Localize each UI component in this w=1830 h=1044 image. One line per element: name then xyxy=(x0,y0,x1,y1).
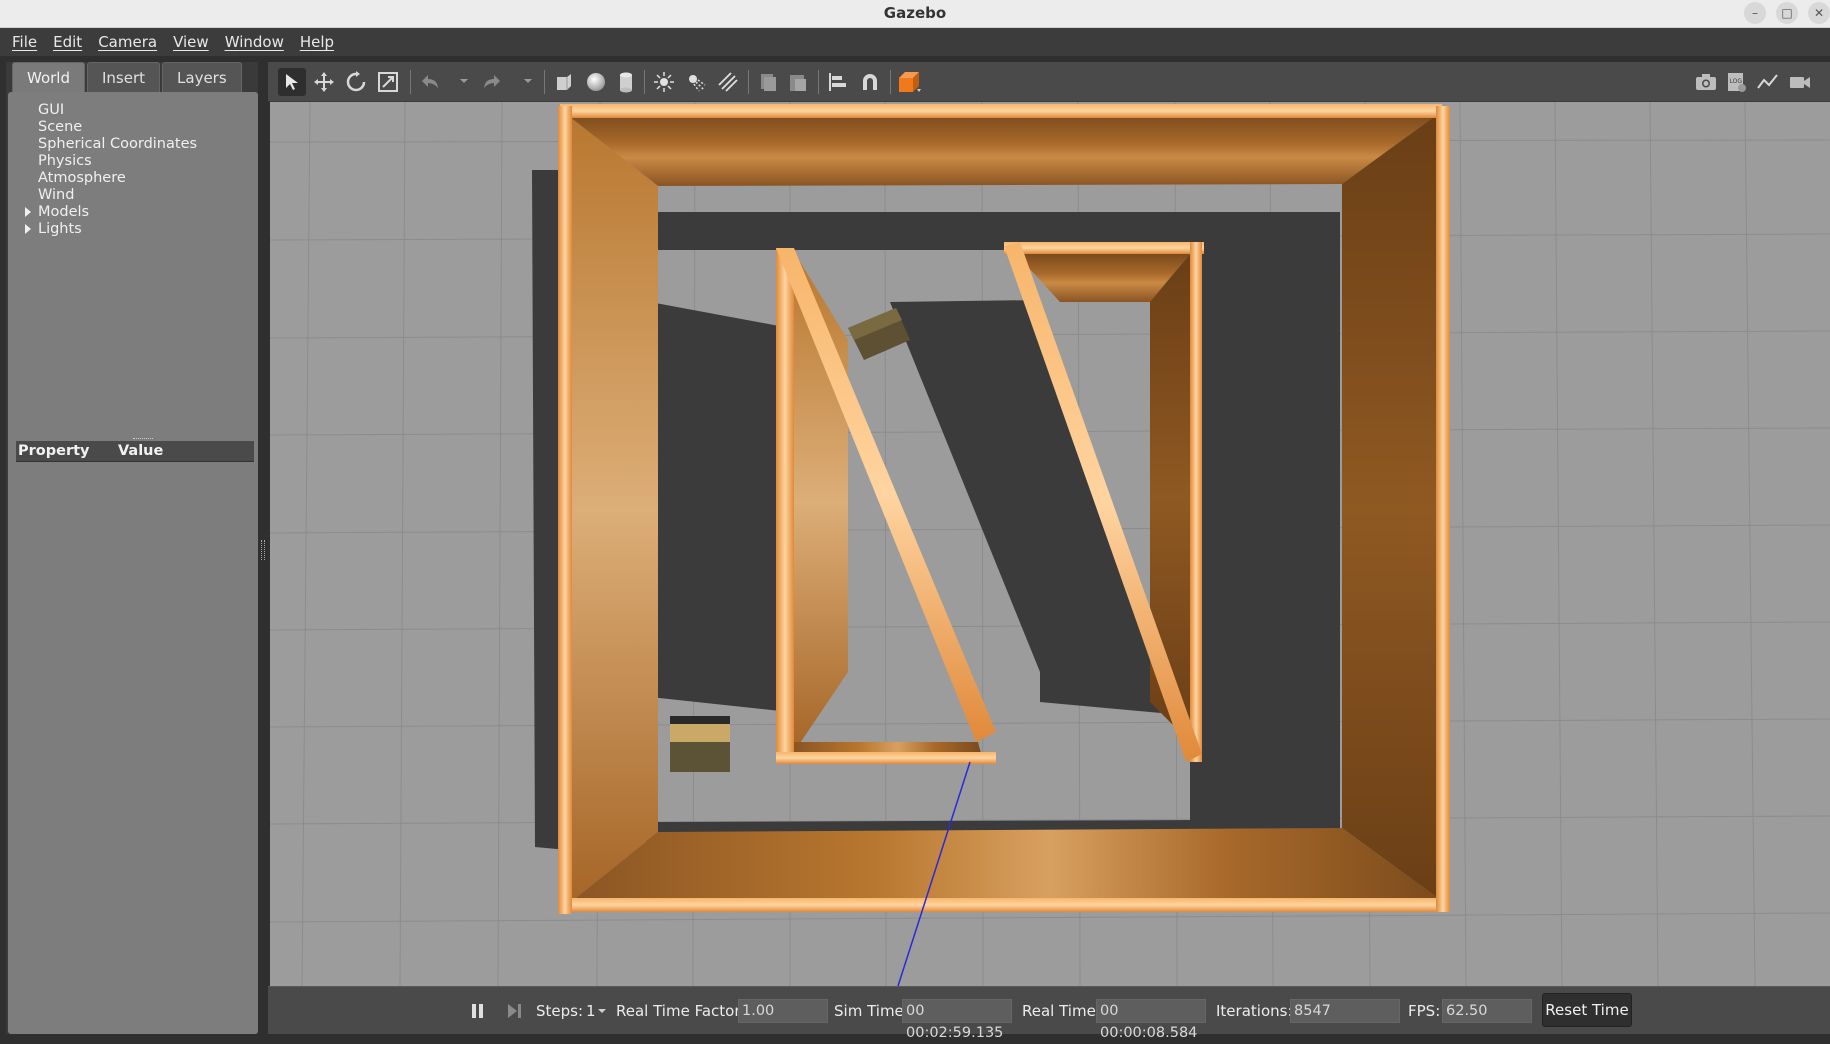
window-titlebar: Gazebo – □ ✕ xyxy=(0,0,1830,28)
menu-view[interactable]: View xyxy=(167,33,215,51)
cylinder-icon[interactable] xyxy=(612,68,640,96)
expand-arrow-icon[interactable] xyxy=(25,207,31,217)
toolbar: LOG xyxy=(268,62,1830,102)
scene-viewport[interactable] xyxy=(270,102,1830,986)
rtf-field: 1.00 xyxy=(738,999,828,1023)
box-icon[interactable] xyxy=(550,68,578,96)
real-time-label: Real Time: xyxy=(1022,1002,1101,1020)
vertical-splitter-handle[interactable] xyxy=(261,540,265,560)
redo-dropdown-icon[interactable] xyxy=(524,79,532,83)
spot-light-icon[interactable] xyxy=(682,68,710,96)
real-time-field: 00 00:00:08.584 xyxy=(1096,999,1206,1041)
copy-icon[interactable] xyxy=(754,68,782,96)
paste-icon[interactable] xyxy=(784,68,812,96)
expand-arrow-icon[interactable] xyxy=(25,224,31,234)
wall-left-edge xyxy=(558,106,572,914)
menu-window[interactable]: Window xyxy=(219,33,290,51)
tab-world[interactable]: World xyxy=(12,62,85,92)
wall-left xyxy=(566,114,658,906)
left-panel: World Insert Layers GUI Scene Spherical … xyxy=(6,62,258,1034)
snap-icon[interactable] xyxy=(856,68,884,96)
fps-field: 62.50 xyxy=(1442,999,1532,1023)
rotate-icon[interactable] xyxy=(342,68,370,96)
tree-item-spherical-coordinates[interactable]: Spherical Coordinates xyxy=(38,136,197,153)
menu-camera[interactable]: Camera xyxy=(92,33,163,51)
toolbar-separator xyxy=(410,70,411,94)
inner-wall-right-2-post xyxy=(1190,242,1202,762)
inner-wall-bottom-1-edge xyxy=(776,752,996,764)
tree-item-atmosphere[interactable]: Atmosphere xyxy=(38,170,126,187)
menu-edit[interactable]: Edit xyxy=(47,33,88,51)
tree-item-scene[interactable]: Scene xyxy=(38,119,82,136)
point-light-icon[interactable] xyxy=(650,68,678,96)
inner-wall-left-post xyxy=(776,248,794,760)
select-arrow-icon[interactable] xyxy=(278,68,306,96)
directional-light-icon[interactable] xyxy=(714,68,742,96)
iterations-field: 8547 xyxy=(1290,999,1400,1023)
wall-right-edge xyxy=(1436,106,1450,912)
scene-render xyxy=(270,102,1830,986)
tab-insert[interactable]: Insert xyxy=(87,62,161,92)
property-column-header: Property xyxy=(18,443,90,459)
translate-icon[interactable] xyxy=(310,68,338,96)
redo-icon[interactable] xyxy=(478,68,506,96)
toolbar-separator xyxy=(818,70,819,94)
steps-dropdown-icon[interactable] xyxy=(598,1009,606,1013)
toolbar-separator xyxy=(644,70,645,94)
screenshot-icon[interactable] xyxy=(1692,68,1720,96)
fps-label: FPS: xyxy=(1408,1002,1441,1020)
reset-time-button[interactable]: Reset Time xyxy=(1542,993,1632,1027)
property-table-header: Property Value xyxy=(16,441,254,462)
value-column-header: Value xyxy=(118,443,164,459)
wall-right xyxy=(1342,114,1446,904)
wall-top xyxy=(566,114,1438,186)
toolbar-separator xyxy=(748,70,749,94)
close-icon[interactable]: ✕ xyxy=(1808,2,1830,24)
tree-item-models[interactable]: Models xyxy=(25,204,90,221)
menu-file[interactable]: File xyxy=(6,33,43,51)
menubar: File Edit Camera View Window Help xyxy=(0,28,1830,56)
tree-item-label: Models xyxy=(38,204,90,220)
wall-bottom xyxy=(566,828,1446,906)
menu-help[interactable]: Help xyxy=(294,33,340,51)
align-icon[interactable] xyxy=(824,68,852,96)
simulation-bar: Steps: 1 Real Time Factor: 1.00 Sim Time… xyxy=(268,986,1830,1041)
view-angle-icon[interactable] xyxy=(896,68,924,96)
log-icon[interactable]: LOG xyxy=(1722,68,1750,96)
svg-text:LOG: LOG xyxy=(1730,78,1743,85)
sphere-icon[interactable] xyxy=(582,68,610,96)
minimize-icon[interactable]: – xyxy=(1744,2,1766,24)
steps-label: Steps: xyxy=(536,1002,584,1020)
undo-dropdown-icon[interactable] xyxy=(460,79,468,83)
wall-top-edge xyxy=(560,104,1442,118)
step-icon[interactable] xyxy=(504,999,524,1023)
world-tree: GUI Scene Spherical Coordinates Physics … xyxy=(8,92,258,1034)
panel-tabs: World Insert Layers xyxy=(6,62,242,92)
toolbar-separator xyxy=(544,70,545,94)
scale-icon[interactable] xyxy=(374,68,402,96)
toolbar-separator xyxy=(890,70,891,94)
tree-item-gui[interactable]: GUI xyxy=(38,102,64,119)
iterations-label: Iterations: xyxy=(1216,1002,1293,1020)
tab-layers[interactable]: Layers xyxy=(162,62,242,92)
maximize-icon[interactable]: □ xyxy=(1776,2,1798,24)
plot-icon[interactable] xyxy=(1754,68,1782,96)
pause-icon[interactable] xyxy=(468,999,488,1023)
inner-wall-top-2-edge xyxy=(1004,242,1204,254)
tree-item-lights[interactable]: Lights xyxy=(25,221,82,238)
sim-time-field: 00 00:02:59.135 xyxy=(902,999,1012,1041)
cardboard-box-2 xyxy=(670,716,730,772)
steps-value[interactable]: 1 xyxy=(586,1002,596,1020)
rtf-label: Real Time Factor: xyxy=(616,1002,746,1020)
sim-time-label: Sim Time: xyxy=(834,1002,909,1020)
undo-icon[interactable] xyxy=(416,68,444,96)
window-title: Gazebo xyxy=(883,4,947,22)
tree-item-wind[interactable]: Wind xyxy=(38,187,74,204)
tree-item-label: Lights xyxy=(38,221,82,237)
tree-item-physics[interactable]: Physics xyxy=(38,153,92,170)
wall-bottom-edge xyxy=(560,898,1450,912)
record-video-icon[interactable] xyxy=(1786,68,1814,96)
